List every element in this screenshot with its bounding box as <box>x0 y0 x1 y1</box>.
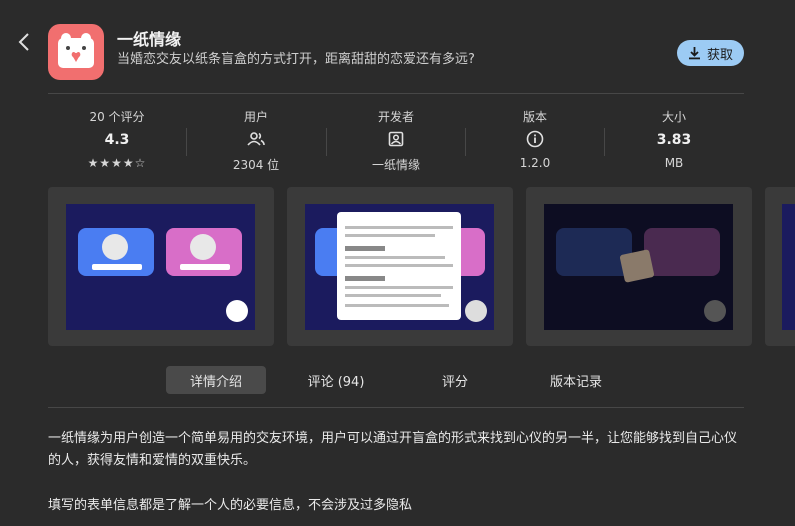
stat-users: 用户 2304 位 <box>187 108 325 173</box>
screenshot-2[interactable] <box>287 187 513 346</box>
size-unit: MB <box>664 156 684 170</box>
screenshot-1[interactable] <box>48 187 274 346</box>
tab-ratings[interactable]: 评分 <box>410 366 500 394</box>
screenshot-4[interactable] <box>765 187 795 346</box>
developer-label: 开发者 <box>377 110 414 124</box>
users-icon <box>187 128 325 150</box>
stat-size: 大小 3.83 MB <box>605 108 743 170</box>
rating-value: 4.3 <box>104 132 130 148</box>
size-value: 3.83 <box>656 132 692 148</box>
size-label: 大小 <box>661 110 686 124</box>
app-subtitle: 当婚恋交友以纸条盲盒的方式打开，距离甜甜的恋爱还有多远? <box>117 52 475 67</box>
download-icon <box>688 47 700 60</box>
tabs-divider <box>48 407 744 408</box>
info-icon <box>466 128 604 150</box>
screenshot-image <box>66 204 255 330</box>
version-label: 版本 <box>522 110 547 124</box>
app-title: 一纸情缘 <box>117 30 182 49</box>
description-paragraph: 填写的表单信息都是了解一个人的必要信息，不会涉及过多隐私 <box>48 498 413 513</box>
description-paragraph: 一纸情缘为用户创造一个简单易用的交友环境，用户可以通过开盲盒的形式来找到心仪的另… <box>48 431 738 468</box>
back-button[interactable] <box>14 30 34 54</box>
get-button[interactable]: 获取 <box>677 40 744 66</box>
developer-value: 一纸情缘 <box>371 158 420 172</box>
screenshot-image <box>305 204 494 330</box>
stat-rating: 20 个评分 4.3 ★★★★☆ <box>48 108 186 170</box>
version-value: 1.2.0 <box>519 156 551 170</box>
header-divider <box>48 93 744 94</box>
tab-details[interactable]: 详情介绍 <box>166 366 266 394</box>
screenshot-image <box>782 204 795 330</box>
screenshot-3[interactable] <box>526 187 752 346</box>
chevron-left-icon <box>18 33 29 51</box>
users-label: 用户 <box>243 110 268 124</box>
screenshot-image <box>544 204 733 330</box>
stat-developer: 开发者 一纸情缘 <box>327 108 465 173</box>
rating-stars: ★★★★☆ <box>87 156 147 170</box>
tab-reviews[interactable]: 评论 (94) <box>284 366 388 394</box>
get-button-label: 获取 <box>706 47 733 63</box>
stat-version: 版本 1.2.0 <box>466 108 604 170</box>
rating-count-label: 20 个评分 <box>89 110 145 124</box>
app-icon <box>48 24 104 80</box>
users-value: 2304 位 <box>232 158 280 172</box>
tab-history[interactable]: 版本记录 <box>526 366 626 394</box>
developer-icon <box>327 128 465 150</box>
